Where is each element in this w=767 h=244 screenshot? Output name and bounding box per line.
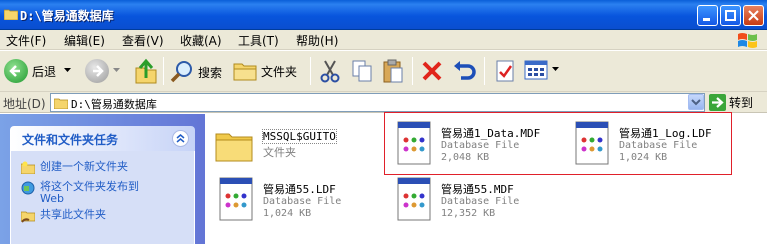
search-icon: [170, 61, 192, 83]
toolbar-separator: [412, 57, 413, 85]
file-folder-tasks-panel: 文件和文件夹任务 创建一个新文件夹 将这个文件夹发布到 Web 共享此文件夹: [10, 126, 195, 244]
menu-edit[interactable]: 编辑(E): [64, 32, 105, 49]
maximize-icon: [725, 10, 736, 21]
go-label: 转到: [729, 96, 754, 110]
delete-button[interactable]: [421, 60, 443, 82]
properties-button[interactable]: [494, 59, 516, 83]
toolbar: 后退 搜索 文件夹: [0, 51, 767, 92]
minimize-icon: [703, 18, 710, 21]
forward-arrow-icon: [85, 59, 109, 83]
folder-icon: [4, 9, 18, 20]
task-publish-web[interactable]: 将这个文件夹发布到 Web: [21, 181, 139, 205]
views-grid-icon: [524, 60, 548, 80]
cut-button[interactable]: [320, 59, 340, 83]
paste-button[interactable]: [382, 58, 404, 84]
task-panel-title: 文件和文件夹任务: [22, 133, 119, 147]
task-new-folder[interactable]: 创建一个新文件夹: [21, 161, 128, 174]
menu-file[interactable]: 文件(F): [6, 32, 46, 49]
web-publish-icon: [21, 181, 35, 195]
menu-tools[interactable]: 工具(T): [238, 32, 279, 49]
task-label: 将这个文件夹发布到 Web: [40, 181, 139, 205]
forward-button[interactable]: [85, 59, 121, 83]
close-icon: [748, 10, 759, 21]
title-bar[interactable]: D:\管易通数据库: [0, 0, 767, 30]
menu-view[interactable]: 查看(V): [122, 32, 164, 49]
task-pane: 文件和文件夹任务 创建一个新文件夹 将这个文件夹发布到 Web 共享此文件夹: [0, 114, 205, 244]
share-folder-icon: [21, 211, 35, 223]
folders-label: 文件夹: [261, 64, 298, 79]
go-button[interactable]: 转到: [709, 94, 753, 111]
task-share-folder[interactable]: 共享此文件夹: [21, 209, 106, 223]
file-name: 管易通55.MDF: [441, 183, 514, 196]
up-folder-icon: [135, 58, 157, 84]
file-name: MSSQL$GUITO: [262, 129, 337, 144]
search-label: 搜索: [198, 65, 223, 80]
address-value: D:\管易通数据库: [71, 98, 157, 111]
file-size: 1,024 KB: [263, 208, 312, 219]
properties-icon: [496, 60, 514, 82]
file-type: Database File: [441, 196, 520, 207]
dropdown-arrow-icon: [113, 68, 120, 72]
database-file-icon: [219, 177, 253, 221]
back-arrow-icon: [4, 59, 28, 83]
address-dropdown-button[interactable]: [688, 94, 704, 110]
up-folder-button[interactable]: [134, 58, 158, 84]
dropdown-arrow-icon: [552, 67, 559, 71]
file-name: 管易通55.LDF: [263, 183, 336, 196]
chevron-down-icon: [691, 99, 701, 106]
folders-icon: [233, 63, 257, 81]
folders-button[interactable]: 文件夹: [233, 60, 297, 82]
menu-favorites[interactable]: 收藏(A): [180, 32, 222, 49]
copy-button[interactable]: [351, 59, 373, 83]
folder-icon: [54, 98, 68, 109]
address-bar: 地址(D) D:\管易通数据库 转到: [0, 92, 767, 113]
copy-icon: [352, 60, 372, 82]
toolbar-separator: [163, 57, 164, 85]
menu-help[interactable]: 帮助(H): [296, 32, 338, 49]
undo-button[interactable]: [452, 60, 476, 82]
task-label: 创建一个新文件夹: [40, 160, 128, 173]
dropdown-arrow-icon: [64, 68, 72, 72]
maximize-button[interactable]: [720, 5, 741, 26]
file-size: 12,352 KB: [441, 208, 496, 219]
search-button[interactable]: 搜索: [170, 60, 222, 84]
collapse-button[interactable]: [172, 130, 189, 147]
folder-icon: [215, 133, 253, 162]
database-file-icon: [397, 177, 431, 221]
close-button[interactable]: [743, 5, 764, 26]
delete-x-icon: [422, 61, 442, 81]
go-arrow-icon: [709, 94, 726, 111]
toolbar-separator: [484, 57, 485, 85]
task-label-line2: Web: [40, 192, 64, 205]
chevron-up-icon: [176, 134, 185, 143]
views-button[interactable]: [524, 60, 560, 80]
task-panel-header[interactable]: 文件和文件夹任务: [10, 126, 195, 151]
back-button[interactable]: 后退: [4, 59, 72, 83]
file-type: 文件夹: [263, 146, 296, 159]
highlight-box: [384, 112, 732, 175]
toolbar-separator: [310, 57, 311, 85]
address-label: 地址(D): [3, 97, 46, 111]
back-label: 后退: [32, 64, 57, 79]
task-label: 共享此文件夹: [40, 208, 106, 221]
task-panel-body: 创建一个新文件夹 将这个文件夹发布到 Web 共享此文件夹: [10, 151, 195, 244]
new-folder-icon: [21, 161, 35, 174]
scissors-icon: [320, 60, 340, 83]
minimize-button[interactable]: [697, 5, 718, 26]
paste-icon: [383, 59, 403, 83]
windows-logo-icon: [738, 33, 757, 48]
address-input[interactable]: D:\管易通数据库: [50, 93, 705, 112]
window-title: D:\管易通数据库: [20, 9, 114, 23]
menu-bar: 文件(F) 编辑(E) 查看(V) 收藏(A) 工具(T) 帮助(H): [0, 30, 767, 50]
undo-icon: [454, 61, 476, 80]
file-type: Database File: [263, 196, 342, 207]
